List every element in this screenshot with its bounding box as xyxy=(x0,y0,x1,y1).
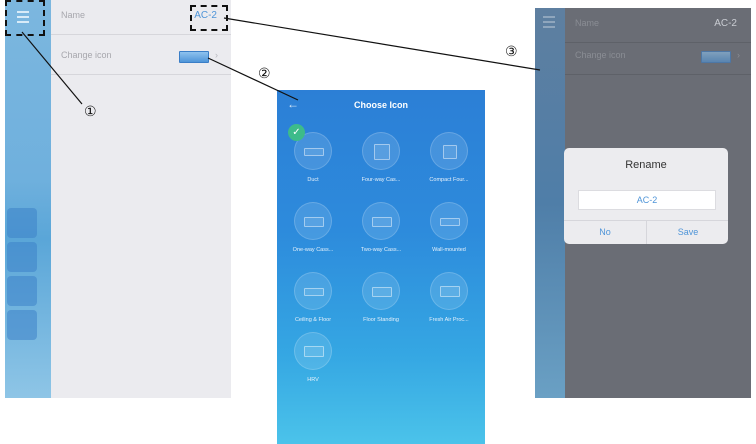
rename-input[interactable]: AC-2 xyxy=(578,190,716,210)
background-tile xyxy=(7,208,37,238)
icon-option-hrv[interactable]: HRV xyxy=(279,326,347,398)
icon-option-four-way-cassette[interactable]: Four-way Cas... xyxy=(347,126,415,198)
menu-highlight-box xyxy=(5,0,45,36)
edit-device-screen: Name AC-2 Change icon › xyxy=(5,0,231,398)
callout-number-3: ③ xyxy=(505,44,518,60)
name-label: Name xyxy=(575,18,600,28)
icon-option-compact-four-way[interactable]: Compact Four... xyxy=(415,126,483,198)
background-tile xyxy=(7,310,37,340)
chevron-right-icon: › xyxy=(737,50,740,60)
device-settings-panel: Name AC-2 Change icon › xyxy=(51,0,231,398)
two-way-cassette-icon xyxy=(362,202,400,240)
save-button[interactable]: Save xyxy=(647,223,728,241)
choose-icon-screen: ← Choose Icon ✓ Duct Four-way Cas... Com… xyxy=(277,90,485,444)
rename-dialog-title: Rename xyxy=(625,159,667,171)
hamburger-menu-icon xyxy=(542,14,558,30)
icon-option-two-way-cassette[interactable]: Two-way Cass... xyxy=(347,196,415,268)
icon-option-label: Four-way Cas... xyxy=(361,177,401,183)
background-home-strip xyxy=(535,8,565,398)
rename-dialog: Rename AC-2 No Save xyxy=(564,148,728,244)
device-icon-preview xyxy=(701,51,731,63)
device-icon-preview[interactable] xyxy=(179,51,209,63)
icon-option-label: Two-way Cass... xyxy=(360,247,402,253)
one-way-cassette-icon xyxy=(294,202,332,240)
icon-option-wall-mounted[interactable]: Wall-mounted xyxy=(415,196,483,268)
icon-option-fresh-air-processor[interactable]: Fresh Air Proc... xyxy=(415,266,483,338)
change-icon-label: Change icon xyxy=(575,50,626,60)
compact-four-way-icon xyxy=(430,132,468,170)
name-row: Name AC-2 xyxy=(565,8,751,43)
icon-option-label: Fresh Air Proc... xyxy=(429,317,469,323)
icon-option-one-way-cassette[interactable]: One-way Cass... xyxy=(279,196,347,268)
icon-option-label: Wall-mounted xyxy=(432,247,466,253)
icon-option-label: Duct xyxy=(307,177,319,183)
choose-icon-title: Choose Icon xyxy=(353,100,408,110)
hrv-icon xyxy=(294,332,332,370)
background-tile xyxy=(7,276,37,306)
wall-mounted-icon xyxy=(430,202,468,240)
name-highlight-box xyxy=(190,5,228,31)
icon-option-label: One-way Cass... xyxy=(292,247,334,253)
icon-option-floor-standing[interactable]: Floor Standing xyxy=(347,266,415,338)
floor-standing-icon xyxy=(362,272,400,310)
selected-check-icon: ✓ xyxy=(288,124,305,141)
no-button[interactable]: No xyxy=(564,223,646,241)
change-icon-row: Change icon › xyxy=(565,40,751,75)
background-home-strip xyxy=(5,0,51,398)
change-icon-label: Change icon xyxy=(61,50,112,60)
icon-option-label: Floor Standing xyxy=(363,317,399,323)
chevron-right-icon: › xyxy=(215,50,218,60)
callout-number-1: ① xyxy=(84,104,97,120)
four-way-cassette-icon xyxy=(362,132,400,170)
icon-option-label: Compact Four... xyxy=(429,177,469,183)
icon-option-duct[interactable]: ✓ Duct xyxy=(279,124,347,198)
ceiling-floor-icon xyxy=(294,272,332,310)
icon-option-label: HRV xyxy=(307,377,319,383)
change-icon-row[interactable]: Change icon › xyxy=(51,40,231,75)
icon-option-label: Ceiling & Floor xyxy=(294,317,332,323)
callout-number-2: ② xyxy=(258,66,271,82)
fresh-air-processor-icon xyxy=(430,272,468,310)
name-label: Name xyxy=(61,10,86,20)
name-value: AC-2 xyxy=(714,18,737,29)
callout-line-3 xyxy=(223,17,541,71)
background-tile xyxy=(7,242,37,272)
